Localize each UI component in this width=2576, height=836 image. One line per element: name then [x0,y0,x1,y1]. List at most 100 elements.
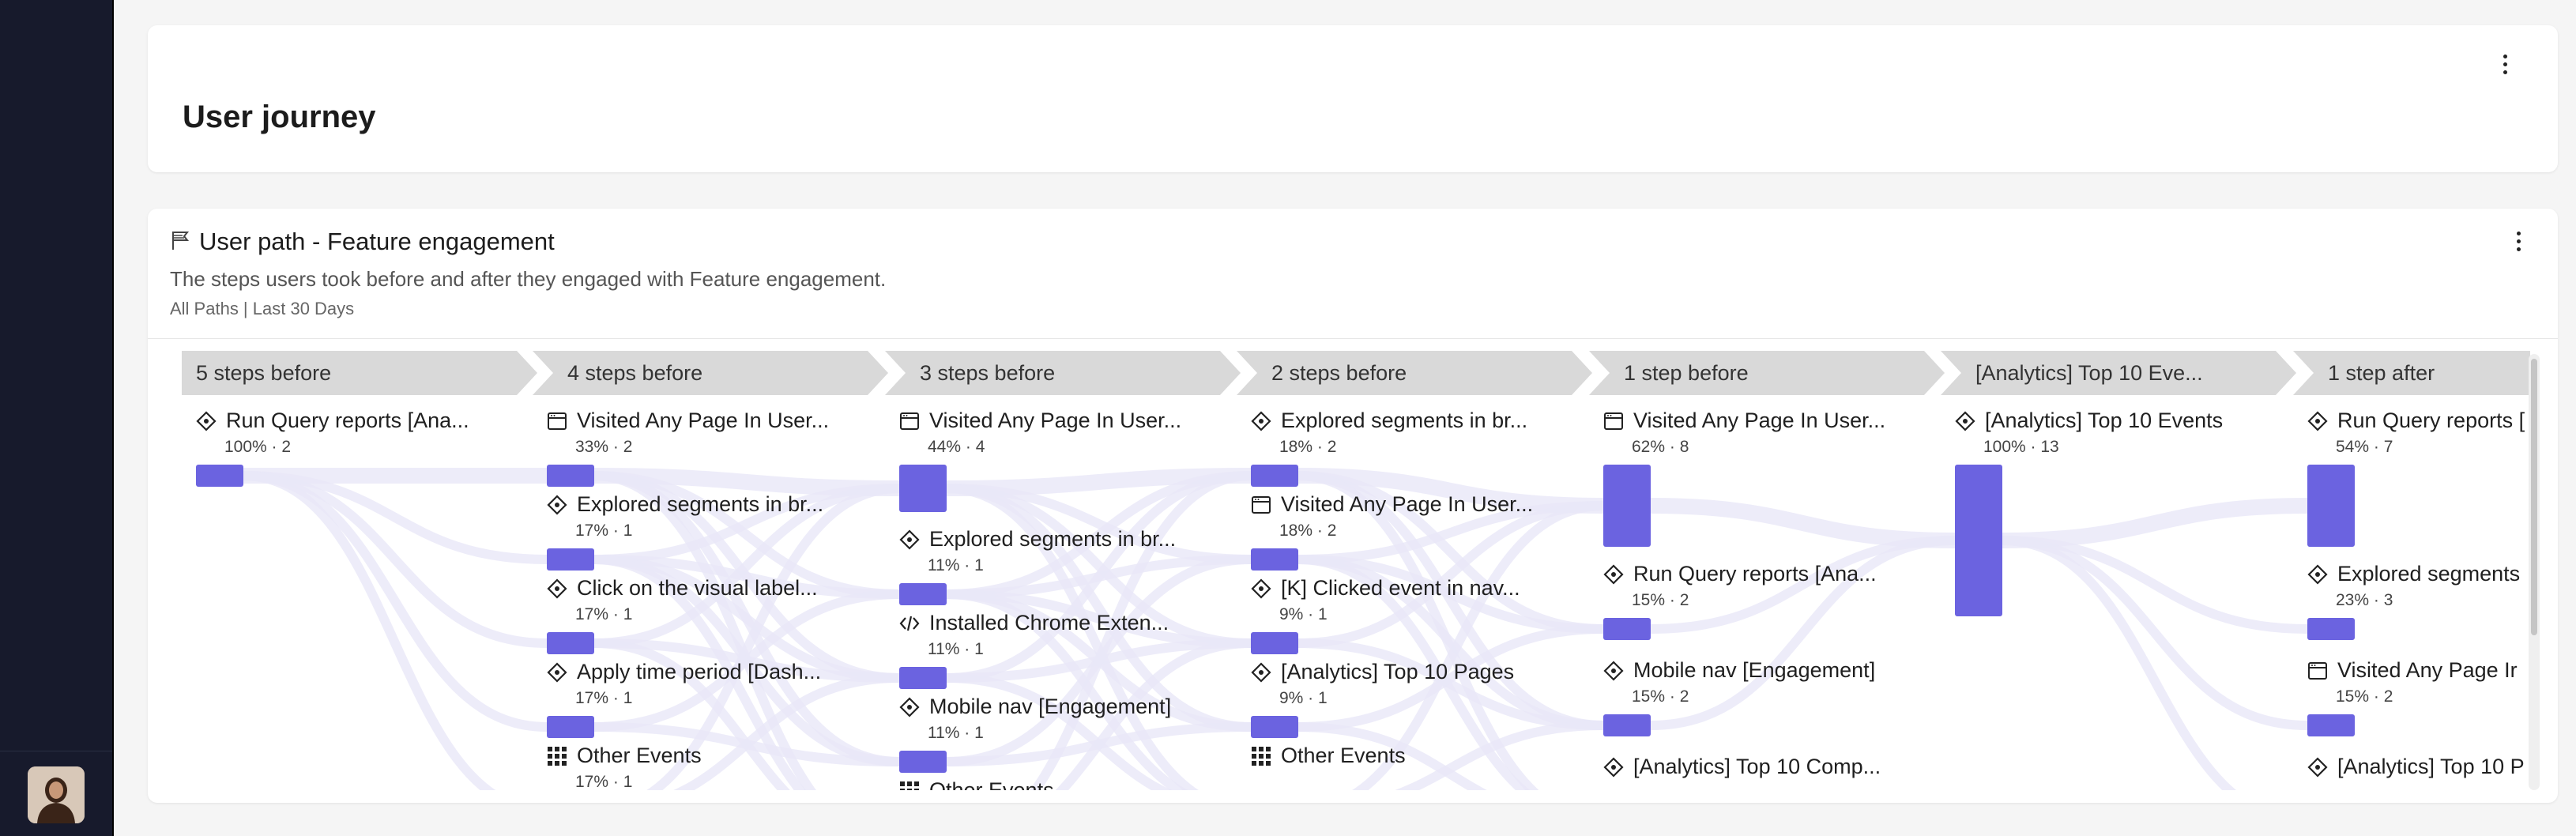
step-header: 2 steps before [1237,351,1592,395]
path-node[interactable]: Other Events 17% · 1 [547,744,702,790]
node-label: Other Events [577,744,702,767]
node-label: [Analytics] Top 10 Comp... [1633,755,1881,778]
node-label: Explored segments in br... [577,492,824,516]
node-stat: 17% · 1 [575,773,633,790]
node-bar[interactable] [899,583,947,605]
node-bar[interactable] [1251,548,1298,571]
flow-link [2002,536,2237,790]
node-label: Explored segments [2337,562,2521,586]
node-bar[interactable] [1603,618,1651,640]
node-label: Run Query reports [Ana... [226,409,469,432]
node-label: Run Query reports [Ana... [1633,562,1877,586]
target-icon [1955,410,1975,431]
path-node[interactable]: [K] Clicked event in nav... 9% · 1 [1251,576,1520,624]
widget-title: User path - Feature engagement [199,228,555,255]
path-node[interactable]: Run Query reports [Ana... 100% · 2 [196,409,469,457]
page-icon [1604,412,1623,430]
page-icon [900,412,919,430]
step-header: 1 step after [2293,351,2530,395]
path-node[interactable]: Explored segments 23% · 3 [2307,562,2520,610]
node-bar[interactable] [547,716,594,738]
page-icon [2308,661,2327,680]
path-node[interactable]: Apply time period [Dash... 17% · 1 [547,660,821,708]
node-label: Visited Any Page In User... [1633,409,1886,432]
sidebar [0,0,114,836]
node-label: [Analytics] Top 10 P [2337,755,2525,778]
node-bar[interactable] [1251,465,1298,487]
avatar[interactable] [28,766,85,823]
flow-link [2002,536,2308,730]
page-more-icon[interactable] [2497,48,2513,80]
node-bar[interactable] [899,667,947,689]
widget-description: The steps users took before and after th… [170,267,887,291]
path-node[interactable]: [Analytics] Top 10 P [2307,755,2525,784]
node-stat: 100% · 13 [1983,438,2059,456]
node-bar[interactable] [899,751,947,773]
node-bar[interactable] [196,465,243,487]
node-label: Visited Any Page In User... [577,409,830,432]
page-icon [1252,495,1271,514]
path-node[interactable]: [Analytics] Top 10 Comp... [1603,755,1881,784]
widget-more-icon[interactable] [2510,225,2526,257]
step-header: 5 steps before [182,351,537,395]
target-icon [196,410,217,431]
node-label: Visited Any Page In User... [929,409,1182,432]
node-bar[interactable] [1251,632,1298,654]
target-icon [1251,661,1271,683]
step-header: [Analytics] Top 10 Eve... [1941,351,2296,395]
path-node[interactable]: Visited Any Page Ir 15% · 2 [2307,658,2518,706]
node-label: Visited Any Page Ir [2337,658,2518,682]
target-icon [1251,410,1271,431]
path-node[interactable]: [Analytics] Top 10 Events 100% · 13 [1955,409,2223,457]
scrollbar-thumb[interactable] [2531,359,2537,635]
path-node[interactable]: Click on the visual label... 17% · 1 [547,576,818,624]
node-bar[interactable] [1955,465,2002,616]
path-node[interactable]: Mobile nav [Engagement] 15% · 2 [1603,658,1875,706]
path-node[interactable]: Visited Any Page In User... 44% · 4 [899,409,1181,457]
path-node[interactable]: Installed Chrome Exten... 11% · 1 [899,611,1169,659]
target-icon [1251,578,1271,599]
node-stat: 18% · 2 [1279,438,1337,456]
target-icon [547,494,567,515]
flow-link [2002,498,2308,548]
path-node[interactable]: Other Events [1251,744,1406,773]
node-label: [K] Clicked event in nav... [1281,576,1520,600]
node-bar[interactable] [1603,714,1651,736]
widget-divider [148,338,2558,339]
node-bar[interactable] [899,465,947,512]
path-node[interactable]: Mobile nav [Engagement] 11% · 1 [899,695,1171,743]
page-header-card: User journey [148,25,2558,172]
node-bar[interactable] [2307,618,2355,640]
node-bar[interactable] [1603,465,1651,547]
path-node[interactable]: Visited Any Page In User... 18% · 2 [1251,492,1533,540]
target-icon [547,578,567,599]
path-node[interactable]: Visited Any Page In User... 62% · 8 [1603,409,1885,457]
node-bar[interactable] [1251,716,1298,738]
path-node[interactable]: [Analytics] Top 10 Pages 9% · 1 [1251,660,1514,708]
node-stat: 11% · 1 [928,556,984,574]
step-header: 1 step before [1589,351,1945,395]
path-node[interactable]: Explored segments in br... 18% · 2 [1251,409,1527,457]
target-icon [1603,563,1624,585]
target-icon [899,696,920,717]
node-label: Mobile nav [Engagement] [1633,658,1876,682]
node-bar[interactable] [2307,714,2355,736]
code-icon [899,616,920,631]
path-node[interactable]: Visited Any Page In User... 33% · 2 [547,409,829,457]
path-node[interactable]: Run Query reports [Ana... 15% · 2 [1603,562,1877,610]
node-bar[interactable] [547,548,594,571]
target-icon [2307,410,2328,431]
node-label: [Analytics] Top 10 Pages [1281,660,1515,683]
path-node[interactable]: Explored segments in br... 11% · 1 [899,527,1176,575]
node-stat: 44% · 4 [928,438,985,456]
grid-icon [900,781,919,790]
node-label: Click on the visual label... [577,576,818,600]
node-stat: 15% · 2 [1632,687,1689,706]
path-node[interactable]: Explored segments in br... 17% · 1 [547,492,823,540]
node-bar[interactable] [547,632,594,654]
grid-icon [1252,746,1271,766]
node-bar[interactable] [547,465,594,487]
node-bar[interactable] [2307,465,2355,547]
path-node[interactable]: Other Events [899,778,1054,790]
path-node[interactable]: Run Query reports [54% · 7 [2307,409,2525,457]
